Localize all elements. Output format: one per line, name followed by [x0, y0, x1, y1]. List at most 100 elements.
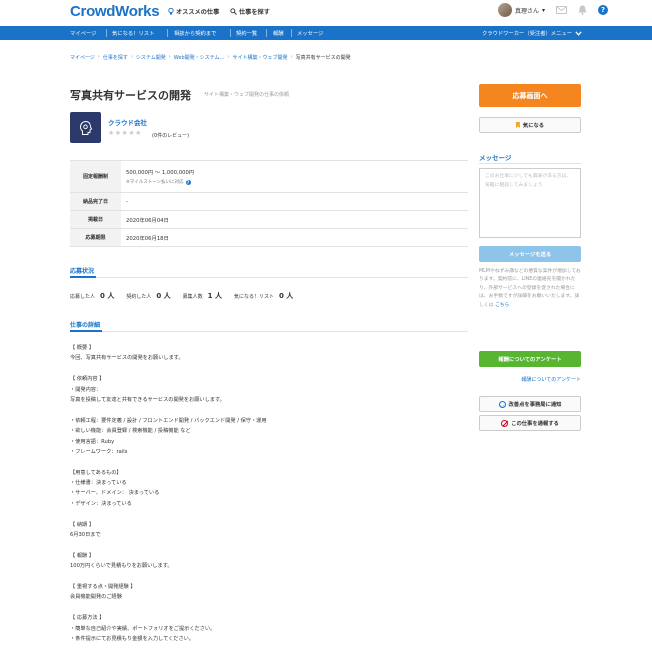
posted-label: 掲載日 — [70, 211, 121, 228]
description-line: ・サーバー、ドメイン： 決まっている — [70, 490, 160, 497]
message-section-header: メッセージ — [479, 152, 581, 164]
breadcrumb-mypage[interactable]: マイページ — [70, 54, 95, 61]
description-line: ・条件提示にてお見積もり金額を入力してください。 — [70, 635, 195, 642]
report-job-button[interactable]: この仕事を通報する — [479, 415, 581, 431]
send-message-button[interactable]: メッセージを送る — [479, 246, 581, 262]
description-line: ・デザイン：決まっている — [70, 500, 132, 507]
description-line: ・依頼工程：要件定義 / 設計 / フロントエンド開発 / バックエンド開発 /… — [70, 417, 267, 424]
delivery-label: 納品完了日 — [70, 193, 121, 210]
nav-item-contracts[interactable]: 契約一覧 — [236, 29, 257, 37]
user-name: 真理さん — [514, 7, 539, 15]
nav-item-rewards[interactable]: 報酬 — [273, 29, 284, 37]
question-icon[interactable]: ? — [185, 179, 191, 185]
reward-survey-button[interactable]: 報酬についてのアンケート — [479, 351, 581, 367]
help-icon[interactable]: ? — [598, 5, 608, 15]
description-line — [70, 572, 468, 582]
crowdworks-logo[interactable]: CrowdWorks — [70, 3, 160, 20]
review-count[interactable]: (0件のレビュー) — [152, 132, 189, 139]
client-name[interactable]: クラウド会社 — [108, 117, 147, 127]
favorites-count: 0 人 — [279, 292, 294, 300]
chevron-down-icon — [575, 30, 582, 36]
detail-section-header: 仕事の詳細 — [70, 320, 468, 332]
deadline-label: 応募期限 — [70, 229, 121, 246]
scam-notice-link[interactable]: こちら — [495, 303, 509, 308]
head-gear-icon — [79, 120, 92, 135]
applicants-label: 応募した人 — [70, 294, 96, 300]
site-header: CrowdWorks オススメの仕事 仕事を探す 真理さん ▾ ? — [0, 0, 652, 24]
budget-label: 固定報酬制 — [70, 161, 121, 192]
budget-value: 500,000円 〜 1,000,000円 — [126, 170, 195, 176]
description-line: ・フレームワーク：rails — [70, 448, 128, 455]
breadcrumb-web-dev[interactable]: Web開発・システム… — [174, 54, 225, 61]
detail-heading: 仕事の詳細 — [70, 320, 103, 332]
bell-icon[interactable] — [578, 5, 587, 15]
delivery-value: - — [126, 198, 128, 205]
recommend-link-label: オススメの仕事 — [176, 9, 220, 16]
breadcrumb-site-build[interactable]: サイト構築・ウェブ開発 — [233, 54, 288, 61]
description-line — [70, 509, 468, 519]
description-line: 写真を投稿して友達と共有できるサービスの開発をお願いします。 — [70, 396, 225, 403]
breadcrumb-system-dev[interactable]: システム開発 — [136, 54, 166, 61]
mail-icon[interactable] — [556, 6, 567, 14]
status-heading: 応募状況 — [70, 266, 97, 278]
nav-divider — [106, 29, 107, 37]
description-line — [70, 364, 468, 374]
deadline-value: 2020年06月18日 — [126, 235, 169, 242]
search-icon — [230, 8, 237, 15]
user-menu[interactable]: 真理さん ▾ — [497, 3, 545, 17]
status-section-header: 応募状況 — [70, 266, 468, 278]
description-line: 【用意してあるもの】 — [70, 469, 122, 476]
apply-button[interactable]: 応募画面へ — [479, 84, 581, 107]
avatar — [497, 3, 512, 17]
nav-divider — [266, 29, 267, 37]
info-row-budget: 固定報酬制 500,000円 〜 1,000,000円 ※マイルストーン払いに対… — [70, 161, 468, 193]
breadcrumb-current: 写真共有サービスの開発 — [295, 55, 351, 61]
info-row-deadline: 応募期限 2020年06月18日 — [70, 229, 468, 247]
nav-divider — [230, 29, 231, 37]
applicants-count: 0 人 — [100, 292, 115, 300]
nav-divider — [291, 29, 292, 37]
nav-item-favorites[interactable]: 気になる！リスト — [112, 29, 154, 37]
recruit-count: 1 人 — [207, 292, 222, 300]
description-line — [70, 603, 468, 613]
budget-cell: 500,000円 〜 1,000,000円 ※マイルストーン払いに対応 ? — [121, 161, 468, 192]
description-line: ・仕様書：決まっている — [70, 480, 127, 487]
breadcrumb-search[interactable]: 仕事を探す — [103, 54, 128, 61]
worker-menu[interactable]: クラウドワーカー（受注者）メニュー — [482, 29, 582, 37]
nav-item-mypage[interactable]: マイページ — [70, 29, 96, 37]
breadcrumb: マイページ › 仕事を探す › システム開発 › Web開発・システム… › サイト構築… — [70, 54, 351, 61]
description-line: 【 納期 】 — [70, 521, 95, 528]
description-line — [70, 540, 468, 550]
contracted-count: 0 人 — [156, 292, 171, 300]
milestone-note: ※マイルストーン払いに対応 ? — [126, 179, 463, 185]
reward-survey-link[interactable]: 報酬についてのアンケート — [479, 376, 581, 383]
client-logo[interactable] — [70, 112, 101, 143]
description-line: ・使用言語：Ruby — [70, 438, 115, 445]
description-line: ・開発内容： — [70, 386, 102, 393]
search-jobs-label: 仕事を探す — [239, 9, 270, 16]
message-input[interactable]: このお仕事に少しでも興味がある方は、気軽に相談してみましょう — [479, 168, 581, 238]
nav-item-messages[interactable]: メッセージ — [297, 29, 323, 37]
search-jobs-link[interactable]: 仕事を探す — [230, 7, 270, 16]
page-subtitle: サイト構築・ウェブ開発の仕事の依頼 — [204, 92, 290, 98]
recommend-link[interactable]: オススメの仕事 — [168, 7, 219, 16]
breadcrumb-separator: › — [130, 54, 133, 60]
job-info-table: 固定報酬制 500,000円 〜 1,000,000円 ※マイルストーン払いに対… — [70, 160, 468, 247]
report-improvement-label: 改善点を事務局に通知 — [508, 402, 562, 408]
description-line: 6月30日まで — [70, 532, 101, 539]
description-line: 会員機能開発のご経験 — [70, 594, 122, 601]
report-improvement-button[interactable]: ◡ 改善点を事務局に通知 — [479, 396, 581, 412]
rating-stars: ★★★★★ — [108, 129, 142, 137]
description-line: 【 依頼内容 】 — [70, 376, 105, 383]
nav-item-consult[interactable]: 相談から契約まで — [174, 29, 216, 37]
breadcrumb-separator: › — [168, 54, 171, 60]
bookmark-icon — [515, 122, 520, 128]
favorite-button[interactable]: 気になる — [479, 117, 581, 133]
description-line: 【 報酬 】 — [70, 552, 95, 559]
description-line: ・簡単な自己紹介や実績、ポートフォリオをご提示ください。 — [70, 625, 216, 632]
info-row-posted: 掲載日 2020年06月04日 — [70, 211, 468, 229]
description-line: 100万円くらいで見積もりをお願いします。 — [70, 563, 173, 570]
breadcrumb-separator: › — [97, 54, 100, 60]
description-line: 今回、写真共有サービスの開発をお願いします。 — [70, 355, 184, 362]
description-line: ・欲しい機能：会員登録 / 検索機能 / 投稿機能 など — [70, 428, 191, 435]
